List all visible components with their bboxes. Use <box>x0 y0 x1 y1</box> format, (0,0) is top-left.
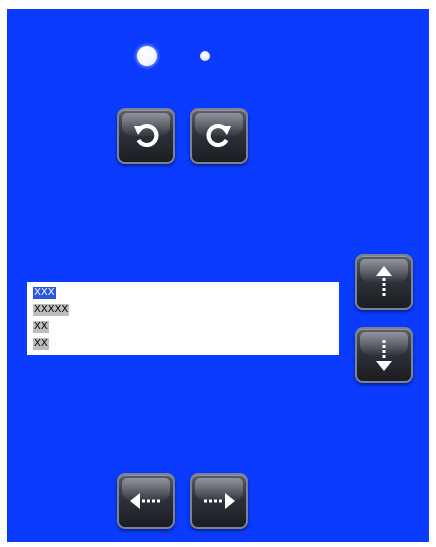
rotate-left-button[interactable] <box>117 108 175 164</box>
list-item[interactable]: XXXXX <box>33 304 70 316</box>
dotted-arrow-right-icon <box>204 493 235 509</box>
page-indicator-dot-active[interactable] <box>137 46 157 66</box>
move-left-button[interactable] <box>117 473 175 529</box>
list-item[interactable]: XXX <box>33 287 56 299</box>
rotate-ccw-icon <box>134 123 159 148</box>
dotted-arrow-up-icon <box>376 266 392 296</box>
move-down-button[interactable] <box>355 327 413 383</box>
dotted-arrow-left-icon <box>130 493 160 509</box>
rotate-cw-icon <box>206 123 231 148</box>
list-item[interactable]: XX <box>33 338 49 350</box>
rotate-right-button[interactable] <box>190 108 248 164</box>
move-right-button[interactable] <box>190 473 248 529</box>
main-panel: XXX XXXXX XX XX <box>7 9 429 542</box>
item-listbox[interactable]: XXX XXXXX XX XX <box>27 282 339 355</box>
move-up-button[interactable] <box>355 254 413 310</box>
dotted-arrow-down-icon <box>376 340 392 371</box>
list-item[interactable]: XX <box>33 321 49 333</box>
page-indicator-dot[interactable] <box>200 51 210 61</box>
